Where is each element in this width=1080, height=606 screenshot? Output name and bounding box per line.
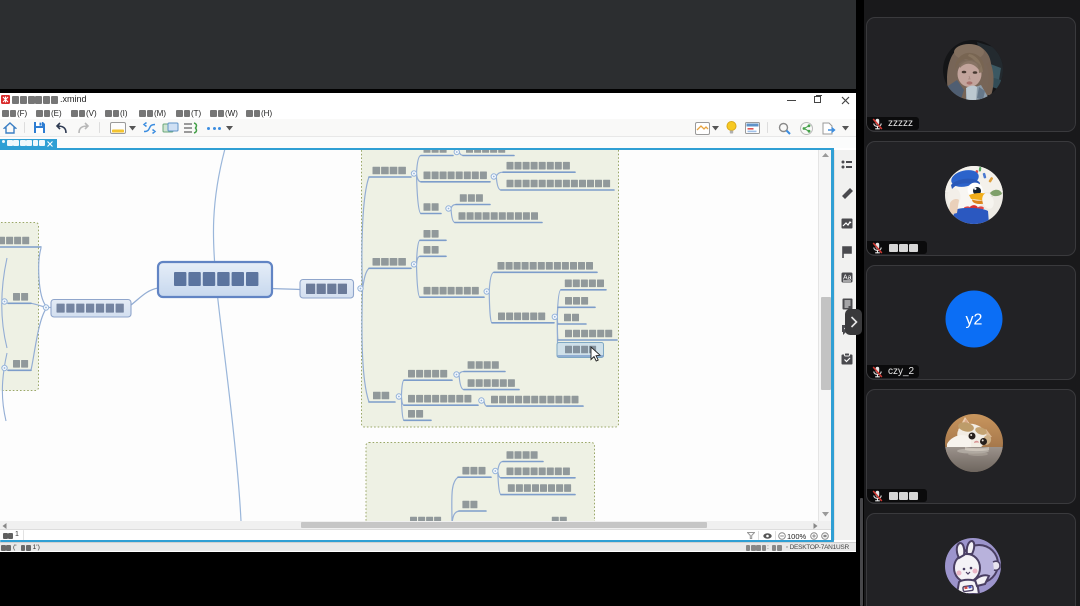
svg-text:y2: y2 — [966, 312, 983, 329]
svg-text:Aa: Aa — [843, 275, 852, 282]
